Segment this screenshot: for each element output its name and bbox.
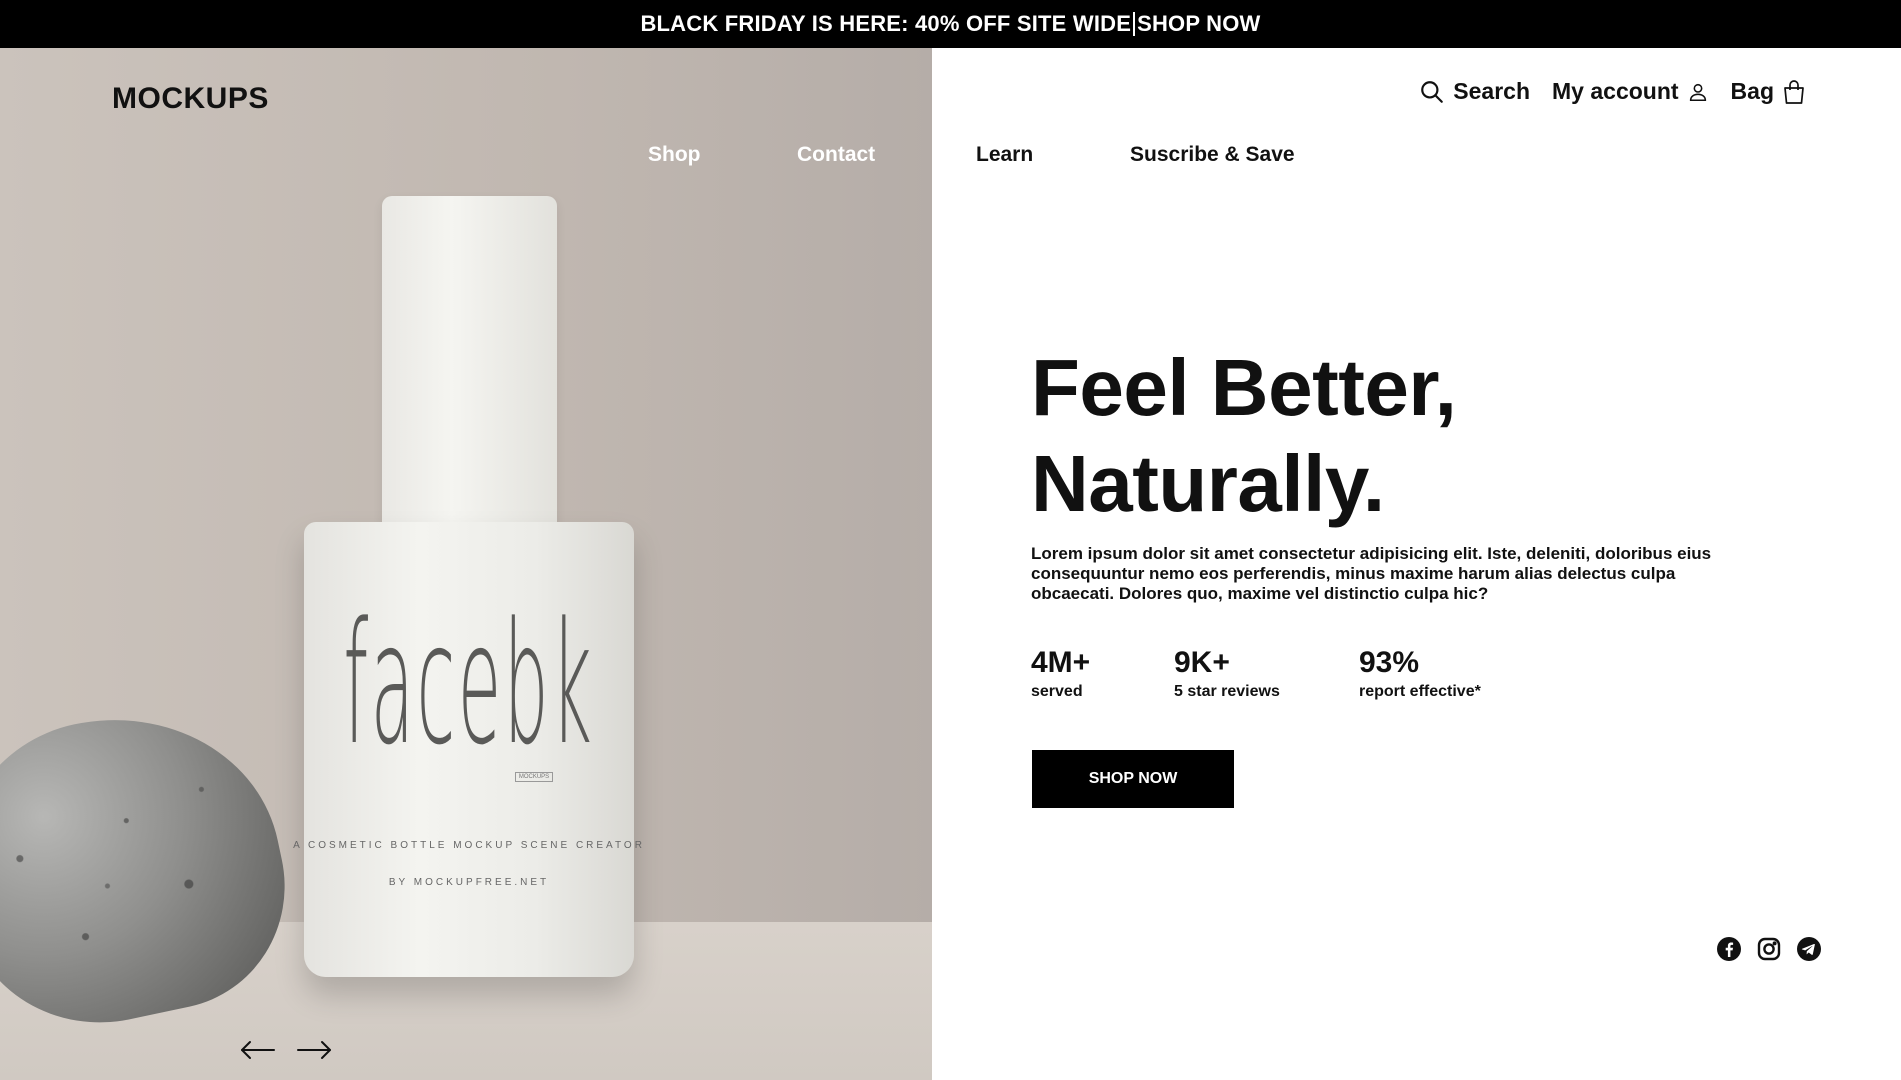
promo-bar: BLACK FRIDAY IS HERE: 40% OFF SITE WIDE … — [0, 0, 1901, 48]
search-label: Search — [1453, 78, 1531, 104]
nav-learn[interactable]: Learn — [976, 143, 1033, 167]
bottle-brand-text: facebk — [343, 586, 595, 782]
shop-now-button[interactable]: SHOP NOW — [1032, 750, 1234, 808]
my-account-link[interactable]: My account — [1552, 78, 1709, 105]
bottle-cap — [382, 196, 557, 526]
search-link[interactable]: Search — [1419, 78, 1530, 105]
utility-nav: Search My account Bag — [1419, 78, 1806, 105]
bottle-body: facebk MOCKUPS A COSMETIC BOTTLE MOCKUP … — [293, 522, 642, 977]
nav-shop[interactable]: Shop — [648, 143, 701, 167]
stat-value: 4M+ — [1031, 646, 1091, 679]
stat-value: 93% — [1359, 646, 1420, 679]
stat-effective: 93% report effective* — [1359, 645, 1481, 701]
stat-reviews: 9K+ 5 star reviews — [1174, 645, 1280, 701]
nav-contact[interactable]: Contact — [797, 143, 875, 167]
bag-icon — [1782, 79, 1806, 105]
main-nav: Shop Contact Learn Suscribe & Save — [0, 143, 1901, 173]
user-icon — [1687, 81, 1709, 103]
promo-text: BLACK FRIDAY IS HERE: 40% OFF SITE WIDE — [640, 11, 1132, 36]
bottle-tagline: A COSMETIC BOTTLE MOCKUP SCENE CREATOR — [293, 840, 645, 851]
instagram-icon[interactable] — [1756, 936, 1782, 962]
stat-value: 9K+ — [1174, 646, 1230, 679]
stat-label: served — [1031, 683, 1083, 700]
stat-label: report effective* — [1359, 683, 1481, 700]
social-links — [1716, 936, 1822, 962]
bottle-by-line: BY MOCKUPFREE.NET — [388, 877, 550, 888]
bag-link[interactable]: Bag — [1731, 78, 1806, 105]
telegram-icon[interactable] — [1796, 936, 1822, 962]
stat-label: 5 star reviews — [1174, 683, 1280, 700]
facebook-icon[interactable] — [1716, 936, 1742, 962]
promo-shop-now-link[interactable]: SHOP NOW — [1137, 11, 1260, 37]
site-logo[interactable]: MOCKUPS — [112, 82, 269, 116]
hero-headline: Feel Better, Naturally. — [1031, 340, 1457, 532]
bag-label: Bag — [1730, 78, 1774, 104]
nav-subscribe-save[interactable]: Suscribe & Save — [1130, 143, 1295, 167]
hero-image: facebk MOCKUPS A COSMETIC BOTTLE MOCKUP … — [0, 48, 932, 1080]
hero-headline-line-2: Naturally. — [1031, 439, 1385, 528]
arrow-right-icon[interactable] — [296, 1040, 332, 1065]
hero-description: Lorem ipsum dolor sit amet consectetur a… — [1031, 544, 1712, 603]
search-icon — [1419, 79, 1445, 105]
arrow-left-icon[interactable] — [240, 1040, 276, 1065]
carousel-controls — [240, 1040, 332, 1065]
hero-headline-line-1: Feel Better, — [1031, 343, 1457, 432]
stat-served: 4M+ served — [1031, 645, 1090, 701]
my-account-label: My account — [1552, 78, 1679, 104]
promo-separator — [1133, 12, 1136, 36]
